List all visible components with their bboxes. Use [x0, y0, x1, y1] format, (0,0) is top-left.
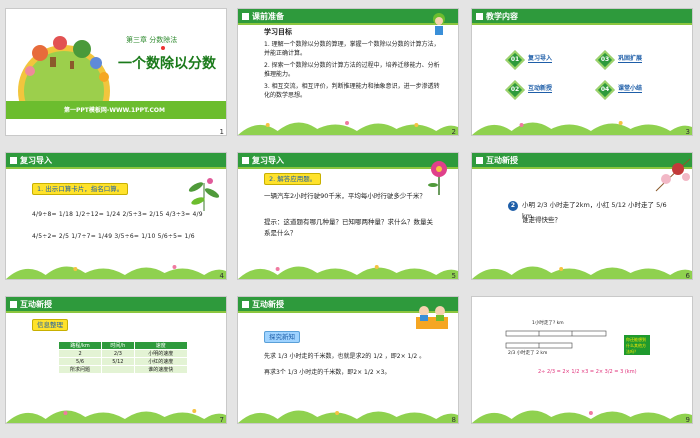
table-row: 2 2/3 小明的速度 [57, 349, 189, 358]
section-number: 04 [600, 86, 610, 93]
slide-grid: 第三章 分数除法 一个数除以分数 第一PPT模板网-WWW.1PPT.COM 1… [0, 0, 700, 438]
step-line-1: 先求 1/3 小时走的千米数，也就是求2的 1/2 ，即2× 1/2 。 [264, 353, 426, 360]
header-text: 教学内容 [486, 12, 518, 21]
section-link-1[interactable]: 复习导入 [528, 53, 553, 63]
hint-box: 你还能想到什么其他方法吗？ [624, 335, 650, 355]
grass-decoration [6, 409, 226, 423]
table-header-cell: 时间/h [101, 341, 135, 350]
section-number: 03 [600, 56, 610, 63]
site-label: 第一PPT模板网-WWW.1PPT.COM [64, 107, 165, 114]
grass-decoration [472, 410, 692, 423]
header-text: 复习导入 [20, 156, 52, 165]
slide-thumbnail-1[interactable]: 第三章 分数除法 一个数除以分数 第一PPT模板网-WWW.1PPT.COM 1 [5, 8, 227, 136]
square-icon [476, 157, 483, 164]
slide-number: 6 [685, 272, 690, 280]
slide-number: 9 [685, 416, 690, 424]
subheading: 学习目标 [264, 28, 292, 36]
instruction-pill: 2. 解答应用题。 [264, 173, 322, 185]
section-link-3[interactable]: 巩固扩展 [618, 53, 643, 63]
slide-thumbnail-5[interactable]: 复习导入 2. 解答应用题。 一辆汽车2小时行驶90千米，平均每小时行驶多少千米… [237, 152, 459, 280]
calc-row-1: 4/9÷8= 1/18 1/2÷12= 1/24 2/5÷3= 2/15 4/3… [32, 211, 203, 218]
slide-thumbnail-3[interactable]: 教学内容 01 复习导入 03 巩固扩展 02 互动新授 04 课堂小结 3 [471, 8, 693, 136]
section-number: 01 [510, 56, 520, 63]
diagram-label-bottom: 2/3 小时走了 2 km [508, 351, 548, 356]
red-dot-icon [161, 46, 165, 50]
goal-1: 1. 理解一个数除以分数的算理，掌握一个数除以分数的计算方法，并能正确计算。 [264, 41, 440, 57]
table-cell [101, 365, 135, 374]
slide-title: 一个数除以分数 [118, 56, 216, 72]
slide-number: 1 [219, 128, 224, 136]
grass-decoration [238, 410, 458, 423]
table-cell: 所求问题 [57, 365, 103, 374]
slide-header: 课前准备 [238, 9, 458, 25]
table-cell: 小明的速度 [133, 349, 189, 358]
slide-number: 4 [219, 272, 224, 280]
square-icon [242, 13, 249, 20]
square-icon [10, 301, 17, 308]
section-link-2[interactable]: 互动新授 [528, 83, 553, 93]
calc-row-2: 4/5÷2= 2/5 1/7÷7= 1/49 3/5÷6= 1/10 5/6÷5… [32, 233, 195, 240]
kids-reading-icon [416, 306, 448, 329]
slide-header: 教学内容 [472, 9, 692, 25]
instruction-pill: 1. 出示口算卡片，指名口算。 [32, 183, 129, 195]
diagram-label-top: 1小时走了? km [532, 321, 564, 326]
table-cell: 5/6 [57, 357, 103, 366]
table-header-cell: 速度 [133, 341, 189, 350]
slide-thumbnail-6[interactable]: 互动新授 2 小明 2/3 小时走了2km，小红 5/12 小时走了 5/6 k… [471, 152, 693, 280]
table-header-cell: 路程/km [57, 341, 103, 350]
goal-3: 3. 相互交流，相互评价，判断推理能力和抽象意识，进一步渗透转化的数学思想。 [264, 83, 440, 99]
table-header-row: 路程/km 时间/h 速度 [57, 341, 189, 350]
section-pill: 信息整理 [32, 319, 68, 331]
slide-number: 7 [219, 416, 224, 424]
problem-number-badge: 2 [508, 201, 518, 211]
grass-decoration [238, 121, 458, 135]
table-row: 所求问题 谁的速度快 [57, 365, 189, 374]
chapter-label: 第三章 分数除法 [126, 36, 178, 44]
slide-header: 复习导入 [6, 153, 226, 169]
table-cell: 小红的速度 [133, 357, 189, 366]
table-cell: 谁的速度快 [133, 365, 189, 374]
slide-header: 互动新授 [6, 297, 226, 313]
formula-text: 2÷ 2/3 = 2× 1/2 ×3 = 2× 3/2 = 3 (km) [538, 369, 637, 375]
blossom-branch-icon [655, 158, 691, 192]
header-text: 互动新授 [20, 300, 52, 309]
cartoon-kid-icon [433, 13, 445, 35]
grass-decoration [472, 121, 692, 135]
problem-text: 一辆汽车2小时行驶90千米，平均每小时行驶多少千米？ [264, 192, 426, 200]
square-icon [242, 157, 249, 164]
slide-thumbnail-4[interactable]: 复习导入 1. 出示口算卡片，指名口算。 4/9÷8= 1/18 1/2÷12=… [5, 152, 227, 280]
problem-question: 谁走得快些？ [522, 216, 561, 224]
slide-thumbnail-7[interactable]: 互动新授 信息整理 路程/km 时间/h 速度 2 2/3 小明的速度 5/6 … [5, 296, 227, 424]
header-text: 互动新授 [252, 300, 284, 309]
slide-thumbnail-2[interactable]: 课前准备 学习目标 1. 理解一个数除以分数的算理，掌握一个数除以分数的计算方法… [237, 8, 459, 136]
table-cell: 2 [57, 349, 103, 358]
square-icon [476, 13, 483, 20]
goal-2: 2. 探索一个数除以分数的计算方法的过程中，培养迁移能力、分析推理能力。 [264, 62, 440, 78]
section-link-4[interactable]: 课堂小结 [618, 83, 643, 93]
slide-thumbnail-8[interactable]: 互动新授 探究新知 先求 1/3 小时走的千米数，也就是求2的 1/2 ，即2×… [237, 296, 459, 424]
info-table: 路程/km 时间/h 速度 2 2/3 小明的速度 5/6 5/12 小红的速度… [57, 341, 189, 374]
square-icon [242, 301, 249, 308]
section-number: 02 [510, 86, 520, 93]
table-cell: 5/12 [101, 357, 135, 366]
step-line-2: 再求3个 1/3 小时走的千米数，即2× 1/2 ×3。 [264, 369, 391, 376]
section-pill: 探究新知 [264, 331, 300, 343]
table-row: 5/6 5/12 小红的速度 [57, 357, 189, 366]
slide-number: 3 [685, 128, 690, 136]
slide-thumbnail-9[interactable]: 1小时走了? km 2/3 小时走了 2 km 你还能想到什么其他方法吗？ 2÷… [471, 296, 693, 424]
grass-decoration [6, 265, 226, 279]
hint-text: 提示：这道题有哪几种量？已知哪两种量？求什么？数量关系是什么？ [264, 218, 433, 237]
grass-decoration [472, 266, 692, 279]
leaf-plant-icon [188, 178, 220, 211]
slide-number: 5 [451, 272, 456, 280]
header-text: 互动新授 [486, 156, 518, 165]
header-text: 复习导入 [252, 156, 284, 165]
header-text: 课前准备 [252, 12, 284, 21]
grass-decoration [238, 265, 458, 279]
globe-illustration [18, 36, 110, 105]
slide-number: 2 [451, 128, 456, 136]
slide-number: 8 [451, 416, 456, 424]
square-icon [10, 157, 17, 164]
table-cell: 2/3 [101, 349, 135, 358]
